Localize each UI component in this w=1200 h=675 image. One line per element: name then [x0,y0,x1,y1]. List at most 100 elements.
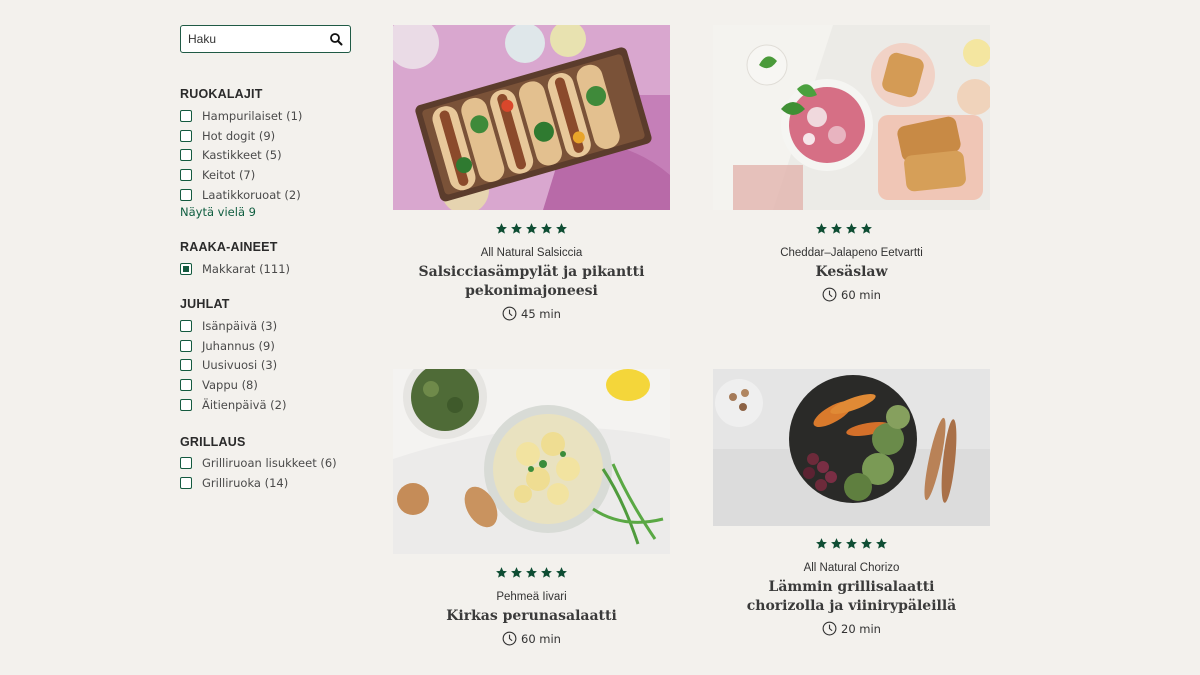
filter-option-label: Grilliruoka (14) [202,476,289,491]
star-rating [713,222,990,238]
checkbox[interactable] [180,168,192,181]
filter-option[interactable]: Grilliruoka (14) [180,473,352,493]
filter-sidebar: RUOKALAJIT Hampurilaiset (1) Hot dogit (… [180,25,352,493]
filter-option[interactable]: Uusivuosi (3) [180,356,352,376]
filter-option[interactable]: Makkarat (111) [180,259,352,279]
checkbox[interactable] [180,109,192,122]
recipe-brand: All Natural Chorizo [803,562,900,574]
checkbox-checked[interactable] [180,263,192,276]
filter-group-juhlat: JUHLAT Isänpäivä (3) Juhannus (9) Uusivu… [180,297,352,414]
recipe-time-label: 60 min [841,287,881,302]
clock-icon [502,306,517,321]
recipe-title[interactable]: Kirkas perunasalaatti [393,607,670,626]
checkbox[interactable] [180,477,192,490]
search-box[interactable] [180,25,351,53]
filter-option-label: Hot dogit (9) [202,128,276,143]
star-icon [496,567,507,578]
recipe-title[interactable]: Salsicciasämpylät ja pikantti pekonimajo… [393,263,670,301]
recipe-image[interactable] [713,369,990,526]
star-icon [816,223,827,234]
recipe-time-label: 20 min [841,621,881,636]
recipe-card[interactable]: All Natural Chorizo Lämmin grillisalaatt… [713,369,990,636]
star-rating [393,222,670,238]
star-icon [526,223,537,234]
filter-option-label: Vappu (8) [202,378,258,393]
star-icon-empty [876,223,887,234]
recipe-card[interactable]: Pehmeä Iivari Kirkas perunasalaatti 60 m… [393,369,670,646]
star-icon [541,223,552,234]
recipe-time: 20 min [713,621,990,636]
star-icon [511,223,522,234]
search-icon[interactable] [329,32,343,46]
star-icon [816,538,827,549]
checkbox[interactable] [180,339,192,352]
checkbox[interactable] [180,129,192,142]
star-icon [831,538,842,549]
recipe-card[interactable]: Cheddar–Jalapeno Eetvartti Kesäslaw 60 m… [713,25,990,302]
filter-option[interactable]: Vappu (8) [180,375,352,395]
checkbox[interactable] [180,398,192,411]
recipe-card[interactable]: All Natural Salsiccia Salsicciasämpylät … [393,25,670,321]
filter-option-label: Äitienpäivä (2) [202,397,287,412]
star-icon [876,538,887,549]
filter-option-label: Hampurilaiset (1) [202,108,303,123]
filter-option-label: Juhannus (9) [202,338,275,353]
filter-group-raaka-aineet: RAAKA-AINEET Makkarat (111) [180,240,352,279]
filter-option-label: Laatikkoruoat (2) [202,187,301,202]
star-icon [861,223,872,234]
star-icon [861,538,872,549]
star-rating [393,566,670,582]
checkbox[interactable] [180,379,192,392]
star-icon [846,223,857,234]
checkbox[interactable] [180,149,192,162]
star-icon [511,567,522,578]
filter-option-label: Keitot (7) [202,167,256,182]
recipe-brand: All Natural Salsiccia [480,247,583,259]
recipe-time: 60 min [393,631,670,646]
filter-option[interactable]: Kastikkeet (5) [180,145,352,165]
star-icon [541,567,552,578]
checkbox[interactable] [180,457,192,470]
filter-option[interactable]: Juhannus (9) [180,336,352,356]
filter-option[interactable]: Hot dogit (9) [180,126,352,146]
recipe-time-label: 60 min [521,631,561,646]
clock-icon [502,631,517,646]
recipe-title[interactable]: Kesäslaw [713,263,990,282]
checkbox[interactable] [180,188,192,201]
potato-salad-photo [393,369,670,554]
recipe-brand: Cheddar–Jalapeno Eetvartti [780,247,923,259]
filter-group-title: RUOKALAJIT [180,87,263,101]
filter-group-ruokalajit: RUOKALAJIT Hampurilaiset (1) Hot dogit (… [180,87,352,219]
grill-salad-photo [713,369,990,526]
filter-option[interactable]: Isänpäivä (3) [180,316,352,336]
filter-option[interactable]: Keitot (7) [180,165,352,185]
recipe-image[interactable] [393,369,670,554]
checkbox[interactable] [180,359,192,372]
filter-group-title: GRILLAUS [180,434,246,449]
recipe-image[interactable] [713,25,990,210]
hot-dog-sandwiches-photo [393,25,670,210]
star-icon [846,538,857,549]
star-icon [831,223,842,234]
checkbox[interactable] [180,319,192,332]
search-input[interactable] [188,32,318,46]
filter-group-grillaus: GRILLAUS Grilliruoan lisukkeet (6) Grill… [180,435,352,493]
filter-option[interactable]: Laatikkoruoat (2) [180,185,352,205]
recipe-time-label: 45 min [521,306,561,321]
recipe-title[interactable]: Lämmin grillisalaatti chorizolla ja viin… [713,578,990,616]
clock-icon [822,621,837,636]
filter-option-label: Isänpäivä (3) [202,318,278,333]
show-more-link[interactable]: Näytä vielä 9 [180,205,352,219]
filter-option[interactable]: Äitienpäivä (2) [180,395,352,415]
star-icon [556,223,567,234]
star-icon [526,567,537,578]
recipe-image[interactable] [393,25,670,210]
filter-option-label: Makkarat (111) [202,262,290,277]
recipe-time: 60 min [713,287,990,302]
filter-group-title: JUHLAT [180,297,230,312]
filter-option[interactable]: Grilliruoan lisukkeet (6) [180,454,352,474]
recipe-brand: Pehmeä Iivari [496,591,567,603]
filter-option[interactable]: Hampurilaiset (1) [180,106,352,126]
coleslaw-photo [713,25,990,210]
recipe-time: 45 min [393,306,670,321]
